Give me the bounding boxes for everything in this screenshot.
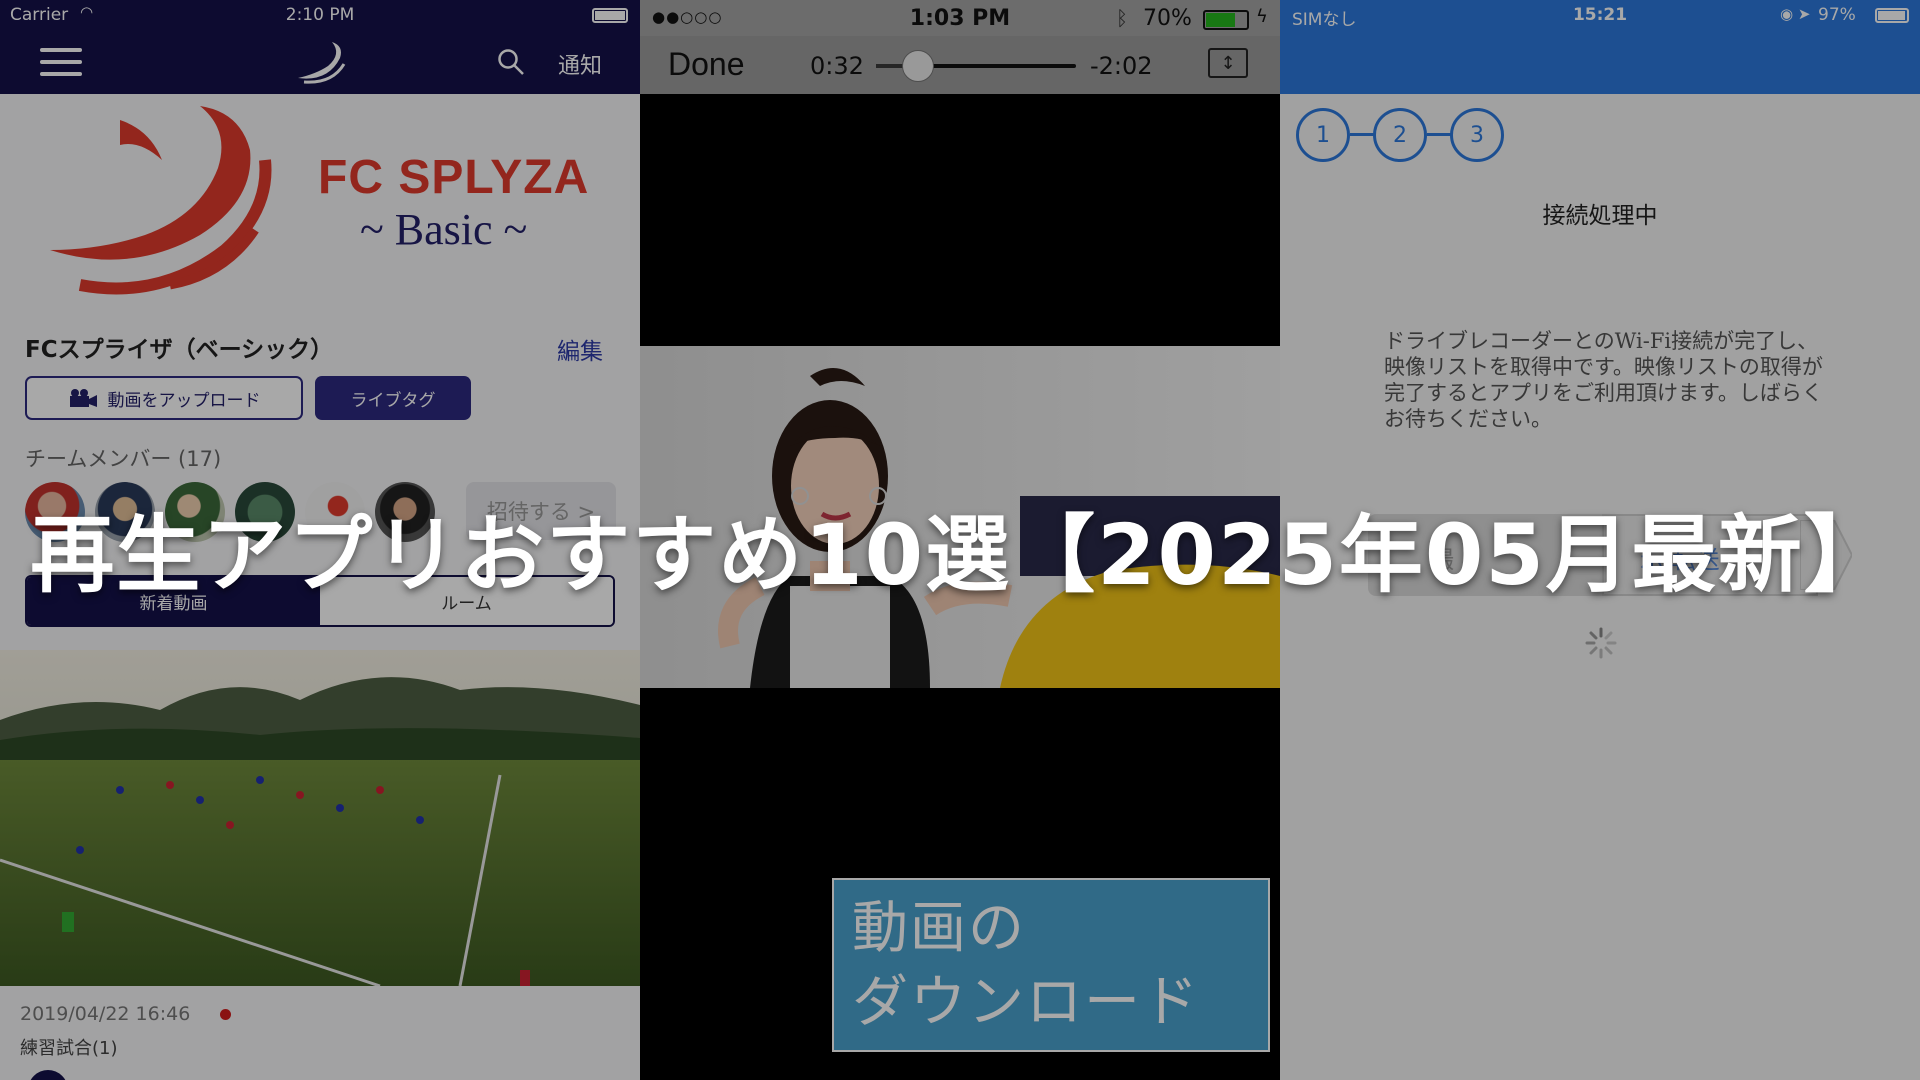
- headline-title: 再生アプリおすすめ10選【2025年05月最新】: [30, 506, 1890, 604]
